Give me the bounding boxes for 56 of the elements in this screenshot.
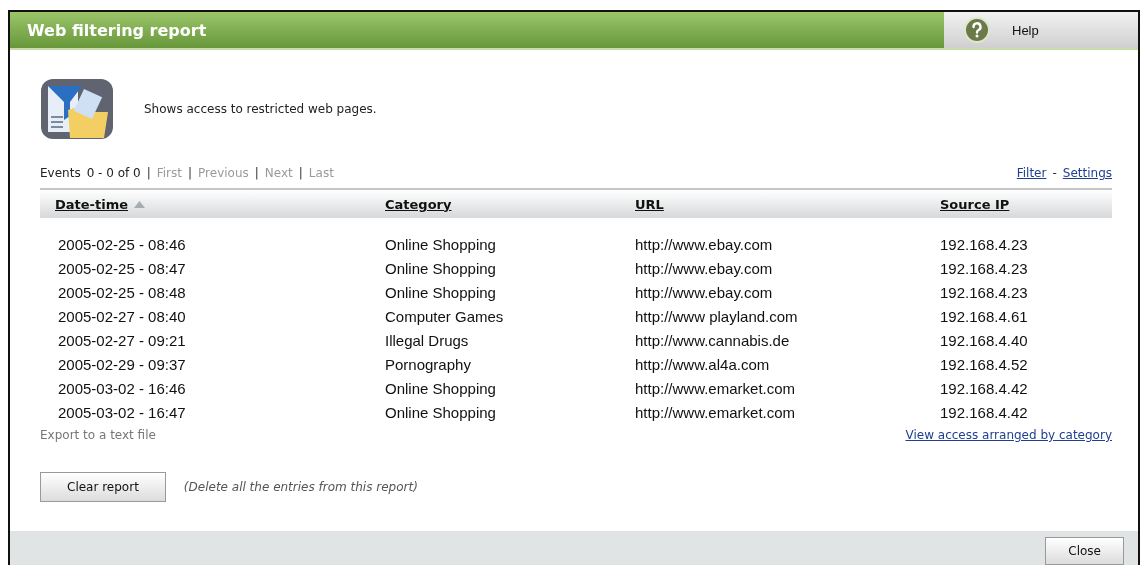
table-cell: http://www.al4a.com	[635, 355, 770, 373]
export-link[interactable]: Export to a text file	[40, 428, 156, 442]
separator: |	[188, 166, 193, 180]
table-cell: http://www.cannabis.de	[635, 331, 790, 349]
separator: |	[254, 166, 259, 180]
table-cell: http://www.emarket.com	[635, 403, 796, 421]
table-cell: http://www.emarket.com	[635, 379, 796, 397]
sort-ascending-icon	[134, 200, 146, 208]
column-header[interactable]: Source IP	[940, 196, 1010, 212]
filter-folder-icon	[40, 78, 114, 140]
table-cell: 192.168.4.61	[940, 307, 1028, 325]
table-cell: Online Shopping	[385, 259, 496, 277]
table-cell: http://www.ebay.com	[635, 235, 773, 253]
table-cell: http://www.ebay.com	[635, 283, 773, 301]
table-cell: http://www.ebay.com	[635, 259, 773, 277]
header-link[interactable]: Filter	[1016, 166, 1047, 180]
table-cell: 2005-02-25 - 08:47	[58, 259, 186, 277]
table-cell: 2005-02-27 - 08:40	[58, 307, 186, 325]
table-cell: 192.168.4.52	[940, 355, 1028, 373]
column-header[interactable]: Date-time	[55, 196, 129, 212]
header-link[interactable]: Settings	[1062, 166, 1112, 180]
table-cell: 2005-03-02 - 16:47	[58, 403, 186, 421]
table-cell: 192.168.4.42	[940, 403, 1028, 421]
description-text: Shows access to restricted web pages.	[144, 102, 377, 116]
table-cell: 2005-02-25 - 08:48	[58, 283, 186, 301]
table-cell: Illegal Drugs	[385, 331, 469, 349]
table-cell: http://www playland.com	[635, 307, 798, 325]
table-cell: 2005-02-29 - 09:37	[58, 355, 186, 373]
table-cell: 2005-03-02 - 16:46	[58, 379, 186, 397]
clear-report-button[interactable]: Clear report	[40, 472, 166, 502]
help-link[interactable]: Help	[1012, 22, 1039, 38]
table-cell: 192.168.4.42	[940, 379, 1028, 397]
table-cell: 2005-02-27 - 09:21	[58, 331, 186, 349]
table-cell: Computer Games	[385, 307, 504, 325]
table-cell: 192.168.4.23	[940, 235, 1028, 253]
help-icon[interactable]	[964, 17, 990, 43]
separator: |	[298, 166, 303, 180]
events-range: 0 - 0 of 0	[86, 166, 141, 180]
table-cell: 192.168.4.40	[940, 331, 1028, 349]
close-button[interactable]: Close	[1045, 537, 1124, 565]
table-cell: Online Shopping	[385, 283, 496, 301]
separator: |	[146, 166, 151, 180]
table-cell: 2005-02-25 - 08:46	[58, 235, 186, 253]
table-cell: Online Shopping	[385, 403, 496, 421]
column-header[interactable]: Category	[385, 196, 452, 212]
column-header[interactable]: URL	[635, 196, 664, 212]
table-cell: Online Shopping	[385, 235, 496, 253]
table-cell: 192.168.4.23	[940, 283, 1028, 301]
table-cell: Online Shopping	[385, 379, 496, 397]
table-cell: 192.168.4.23	[940, 259, 1028, 277]
events-label: Events	[40, 166, 81, 180]
window-title: Web filtering report	[10, 12, 944, 48]
category-link[interactable]: View access arranged by category	[905, 428, 1112, 442]
separator: -	[1052, 166, 1057, 180]
clear-note: (Delete all the entries from this report)	[183, 480, 418, 494]
table-cell: Pornography	[385, 355, 471, 373]
